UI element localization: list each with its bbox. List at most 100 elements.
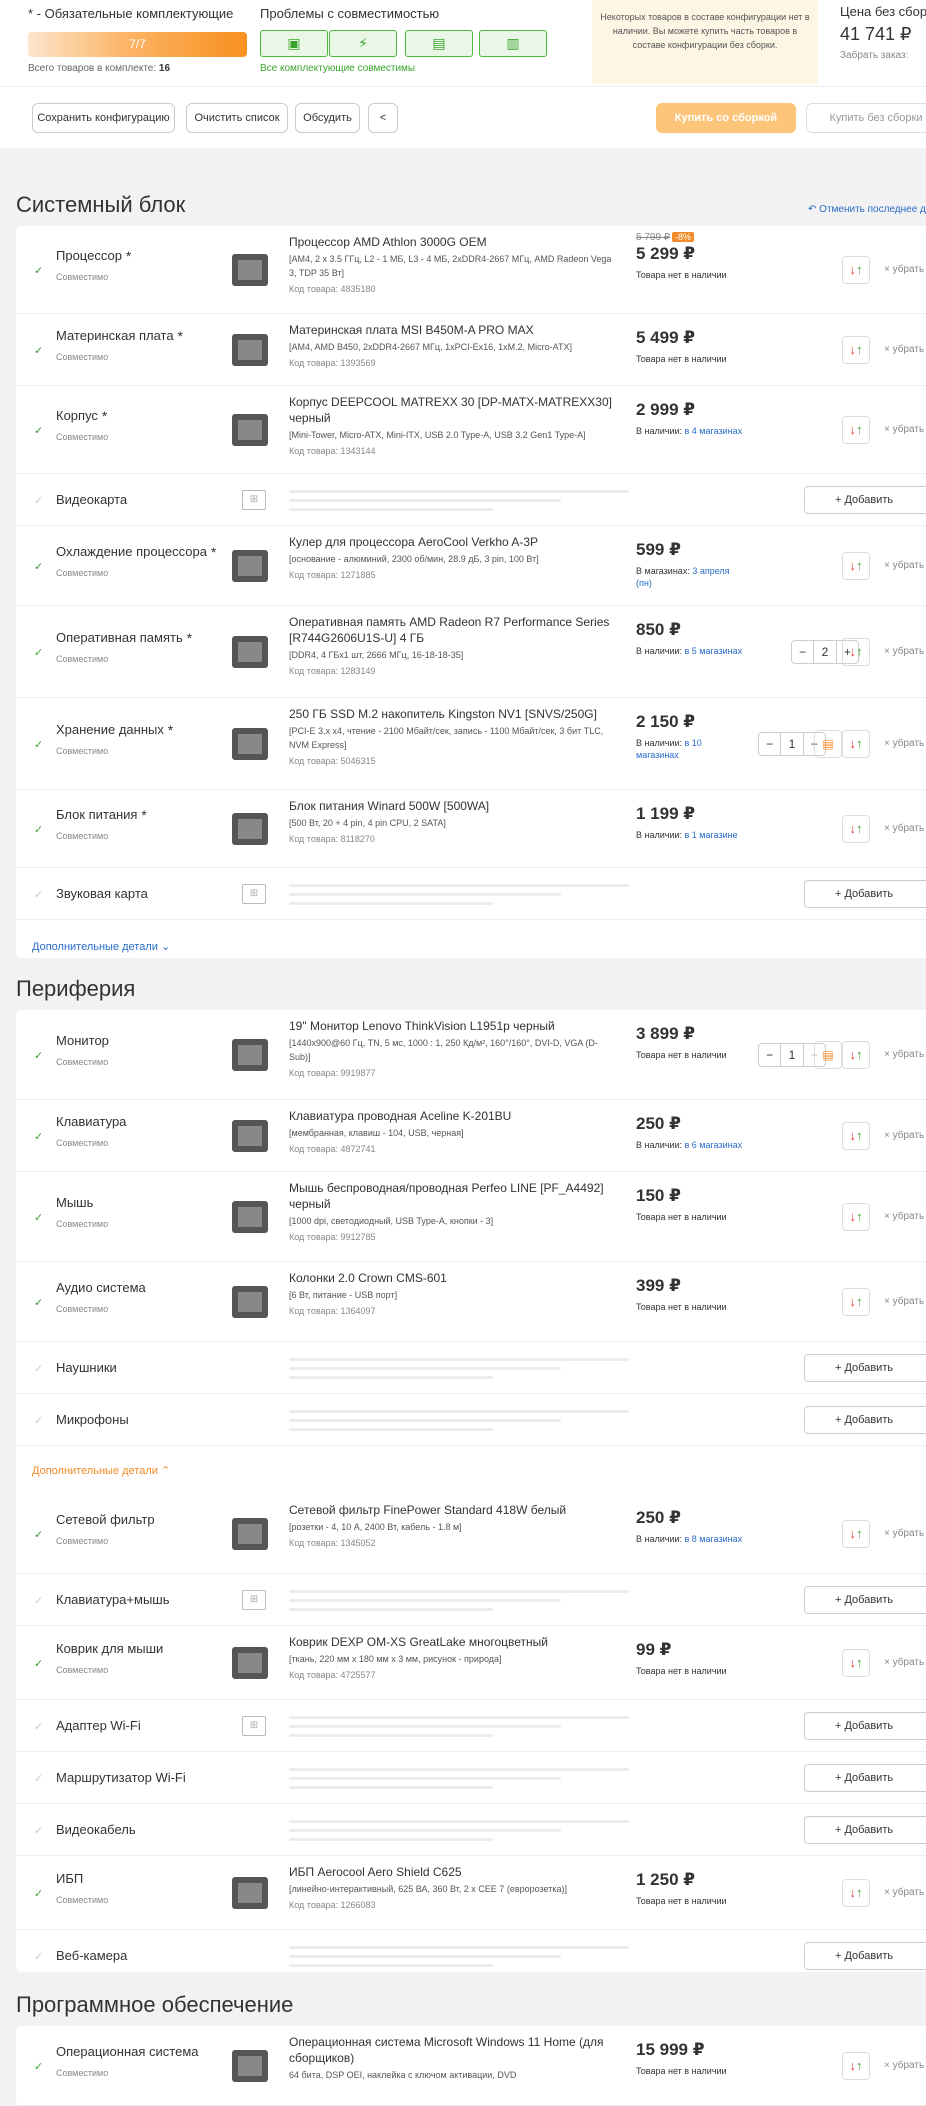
clear-list-button[interactable]: Очистить список — [186, 103, 288, 133]
product-thumbnail[interactable] — [226, 1031, 274, 1079]
swap-icon[interactable]: ↓↑ — [842, 1288, 870, 1316]
product-thumbnail[interactable] — [226, 542, 274, 590]
more-details-link[interactable]: Дополнительные детали ⌃ — [32, 1464, 170, 1477]
discuss-button[interactable]: Обсудить — [295, 103, 360, 133]
product-title[interactable]: Операционная система Microsoft Windows 1… — [289, 2034, 619, 2066]
gpu-compat-icon[interactable]: ▥ — [479, 30, 547, 57]
remove-button[interactable]: × убрать — [884, 1049, 924, 1060]
product-title[interactable]: Процессор AMD Athlon 3000G OEM — [289, 234, 619, 250]
product-spec: [DDR4, 4 ГБx1 шт, 2666 МГц, 16-18-18-35] — [289, 650, 464, 660]
product-thumbnail[interactable] — [226, 628, 274, 676]
product-title[interactable]: 19" Монитор Lenovo ThinkVision L1951p че… — [289, 1018, 619, 1034]
remove-button[interactable]: × убрать — [884, 1130, 924, 1141]
memory-compat-icon[interactable]: ▤ — [405, 30, 473, 57]
remove-button[interactable]: × убрать — [884, 823, 924, 834]
product-title[interactable]: Клавиатура проводная Aceline K-201BU — [289, 1108, 619, 1124]
product-title[interactable]: Оперативная память AMD Radeon R7 Perform… — [289, 614, 619, 646]
add-button[interactable]: + Добавить — [804, 1764, 926, 1792]
product-title[interactable]: ИБП Aerocool Aero Shield C625 — [289, 1864, 619, 1880]
swap-icon[interactable]: ↓↑ — [842, 1879, 870, 1907]
add-button[interactable]: + Добавить — [804, 1586, 926, 1614]
remove-button[interactable]: × убрать — [884, 264, 924, 275]
remove-button[interactable]: × убрать — [884, 1296, 924, 1307]
category-name: Коврик для мыши — [56, 1641, 164, 1656]
empty-slot-row: ✓ Видеокарта ⊞ + Добавить — [16, 474, 926, 526]
cancel-last-link[interactable]: ↶ Отменить последнее действие — [808, 204, 926, 215]
remove-button[interactable]: × убрать — [884, 2060, 924, 2071]
minus-button[interactable]: − — [792, 641, 813, 663]
add-button[interactable]: + Добавить — [804, 1354, 926, 1382]
add-button[interactable]: + Добавить — [804, 880, 926, 908]
product-title[interactable]: Корпус DEEPCOOL MATREXX 30 [DP-MATX-MATR… — [289, 394, 619, 426]
stock-link[interactable]: в 6 магазинах — [685, 1140, 743, 1150]
remove-button[interactable]: × убрать — [884, 1211, 924, 1222]
remove-button[interactable]: × убрать — [884, 646, 924, 657]
stock-link[interactable]: в 5 магазинах — [685, 646, 743, 656]
remove-button[interactable]: × убрать — [884, 560, 924, 571]
stock-link[interactable]: в 1 магазине — [685, 830, 738, 840]
motherboard-compat-icon[interactable]: ▣ — [260, 30, 328, 57]
product-title[interactable]: Материнская плата MSI B450M-A PRO MAX — [289, 322, 619, 338]
more-details-link[interactable]: Дополнительные детали ⌄ — [32, 940, 170, 953]
product-thumbnail[interactable] — [226, 1278, 274, 1326]
product-thumbnail[interactable] — [226, 805, 274, 853]
add-button[interactable]: + Добавить — [804, 1712, 926, 1740]
product-thumbnail[interactable] — [226, 1639, 274, 1687]
minus-button[interactable]: − — [759, 1044, 780, 1066]
power-compat-icon[interactable]: ⚡ — [329, 30, 397, 57]
product-thumbnail[interactable] — [226, 1193, 274, 1241]
swap-icon[interactable]: ↓↑ — [842, 552, 870, 580]
add-button[interactable]: + Добавить — [804, 1406, 926, 1434]
remove-button[interactable]: × убрать — [884, 424, 924, 435]
product-thumbnail[interactable] — [226, 1869, 274, 1917]
swap-icon[interactable]: ↓↑ — [842, 1122, 870, 1150]
swap-icon[interactable]: ↓↑ — [842, 256, 870, 284]
product-thumbnail[interactable] — [226, 246, 274, 294]
swap-icon[interactable]: ↓↑ — [842, 1203, 870, 1231]
remove-button[interactable]: × убрать — [884, 1887, 924, 1898]
product-title[interactable]: Кулер для процессора AeroCool Verkho A-3… — [289, 534, 619, 550]
add-button[interactable]: + Добавить — [804, 1816, 926, 1844]
save-config-button[interactable]: Сохранить конфигурацию — [32, 103, 175, 133]
swap-icon[interactable]: ↓↑ — [842, 1041, 870, 1069]
swap-icon[interactable]: ↓↑ — [842, 336, 870, 364]
product-title[interactable]: Колонки 2.0 Crown CMS-601 — [289, 1270, 619, 1286]
add-button[interactable]: + Добавить — [804, 486, 926, 514]
swap-icon[interactable]: ↓↑ — [842, 730, 870, 758]
swap-icon[interactable]: ↓↑ — [842, 416, 870, 444]
swap-icon[interactable]: ↓↑ — [842, 1649, 870, 1677]
buy-without-build-button[interactable]: Купить без сборки — [806, 103, 926, 133]
product-title[interactable]: Коврик DEXP OM-XS GreatLake многоцветный — [289, 1634, 619, 1650]
share-icon[interactable]: < — [368, 103, 398, 133]
product-title[interactable]: Блок питания Winard 500W [500WA] — [289, 798, 619, 814]
product-price: 399 ₽ — [636, 1276, 681, 1295]
swap-icon[interactable]: ↓↑ — [842, 815, 870, 843]
loading-placeholder — [289, 1590, 629, 1617]
remove-button[interactable]: × убрать — [884, 738, 924, 749]
product-title[interactable]: Сетевой фильтр FinePower Standard 418W б… — [289, 1502, 619, 1518]
product-thumbnail[interactable] — [226, 1510, 274, 1558]
minus-button[interactable]: − — [759, 733, 780, 755]
product-title[interactable]: Мышь беспроводная/проводная Perfeo LINE … — [289, 1180, 619, 1212]
product-thumbnail[interactable] — [226, 326, 274, 374]
config-icon[interactable]: ▤ — [814, 1041, 842, 1069]
remove-button[interactable]: × убрать — [884, 1657, 924, 1668]
stock-label: Товара нет в наличии — [636, 354, 727, 364]
category-name: Клавиатура+мышь — [56, 1592, 170, 1607]
remove-button[interactable]: × убрать — [884, 1528, 924, 1539]
config-icon[interactable]: ▤ — [814, 730, 842, 758]
product-thumbnail[interactable] — [226, 406, 274, 454]
stock-link[interactable]: в 8 магазинах — [685, 1534, 743, 1544]
remove-button[interactable]: × убрать — [884, 344, 924, 355]
product-thumbnail[interactable] — [226, 720, 274, 768]
product-thumbnail[interactable] — [226, 2042, 274, 2090]
add-button[interactable]: + Добавить — [804, 1942, 926, 1970]
swap-icon[interactable]: ↓↑ — [842, 638, 870, 666]
stock-link[interactable]: в 4 магазинах — [685, 426, 743, 436]
swap-icon[interactable]: ↓↑ — [842, 1520, 870, 1548]
compat-title: Проблемы с совместимостью — [260, 6, 440, 21]
product-title[interactable]: 250 ГБ SSD M.2 накопитель Kingston NV1 [… — [289, 706, 619, 722]
buy-with-build-button[interactable]: Купить со сборкой — [656, 103, 796, 133]
swap-icon[interactable]: ↓↑ — [842, 2052, 870, 2080]
product-thumbnail[interactable] — [226, 1112, 274, 1160]
